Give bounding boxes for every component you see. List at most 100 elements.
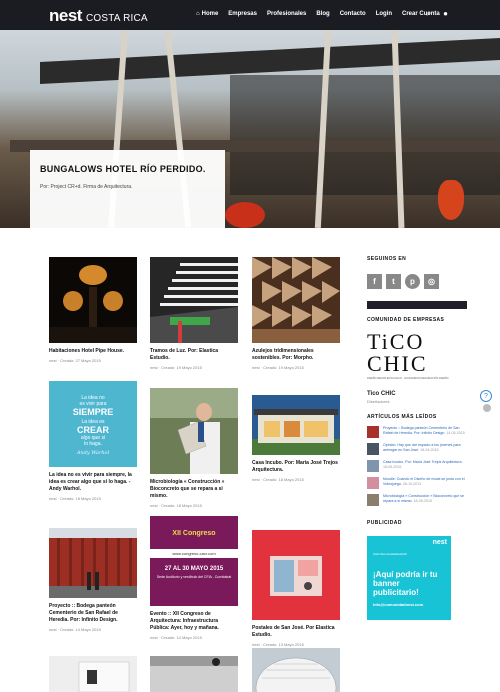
post-image xyxy=(150,257,238,343)
hero-caption[interactable]: BUNGALOWS HOTEL RÍO PERDIDO. Por: Projec… xyxy=(30,150,225,228)
popular-thumbnail xyxy=(367,426,379,438)
nav-home[interactable]: ⌂ Home xyxy=(196,11,218,17)
post-image xyxy=(49,528,137,598)
hero-byline: Por: Project CR+d. Firma de Arquitectura… xyxy=(40,184,133,190)
post-card[interactable]: Azulejos tridimensionales sostenibles. P… xyxy=(252,257,340,370)
popular-item[interactable]: Moodle: Cuando el Diseño de moda se junt… xyxy=(367,477,467,489)
pinterest-icon[interactable]: p xyxy=(405,274,420,289)
post-title[interactable]: Proyecto :: Bodega panteón Cementerio de… xyxy=(49,603,137,624)
post-title[interactable]: Azulejos tridimensionales sostenibles. P… xyxy=(252,348,340,362)
post-card[interactable]: Casa Incubo. Por: María José Trejos Arqu… xyxy=(252,395,340,482)
popular-text: Opinión: Hay que dar espacio a los jóven… xyxy=(383,443,467,455)
post-meta: nest · Creado: 14 Mayo 2015 xyxy=(150,635,202,640)
post-thumbnail[interactable] xyxy=(49,656,137,692)
post-title[interactable]: Microbiología « Construcción » Bioconcre… xyxy=(150,479,238,500)
post-date: Creado: 14 Mayo 2015 xyxy=(161,635,202,640)
post-image xyxy=(150,388,238,474)
user-icon[interactable]: ● xyxy=(443,9,448,19)
post-card[interactable]: XII Congreso www.congreso-cacr.com 27 AL… xyxy=(150,516,238,640)
post-image xyxy=(252,395,340,455)
post-title[interactable]: Evento :: XII Congreso de Arquitectura: … xyxy=(150,611,238,632)
popular-item[interactable]: Microbiología « Construcción » Bioconcre… xyxy=(367,494,467,506)
congreso-title: XII Congreso xyxy=(172,530,216,537)
post-thumbnail[interactable] xyxy=(252,530,340,620)
popular-text: Proyecto :: Bodega panteón Cementerio de… xyxy=(383,426,467,438)
popular-text: Moodle: Cuando el Diseño de moda se junt… xyxy=(383,477,467,489)
scroll-top-button[interactable]: ? xyxy=(480,390,492,402)
post-thumbnail[interactable] xyxy=(252,648,340,692)
top-navbar: nest COSTA RICA ⌂ Home Empresas Profesion… xyxy=(0,0,500,30)
post-thumbnail[interactable] xyxy=(150,257,238,343)
facebook-icon[interactable]: f xyxy=(367,274,382,289)
post-author: nest xyxy=(150,503,158,508)
post-meta: nest · Creado: 27 Mayo 2015 xyxy=(49,358,101,363)
company-logo-line2: CHIC xyxy=(367,351,428,376)
popular-title[interactable]: Moodle: Cuando el Diseño de moda se junt… xyxy=(383,477,465,486)
post-card[interactable]: Tramos de Luz. Por: Elastica Estudio. ne… xyxy=(150,257,238,370)
post-thumbnail[interactable] xyxy=(150,656,238,692)
instagram-icon[interactable]: ◎ xyxy=(424,274,439,289)
popular-thumbnail xyxy=(367,443,379,455)
site-logo[interactable]: nest COSTA RICA xyxy=(49,6,148,26)
popular-title[interactable]: Casa Incubo. Por: María José Trejos Arqu… xyxy=(383,460,463,464)
post-card[interactable]: Habitaciones Hotel Pipe House. nest · Cr… xyxy=(49,257,137,363)
ads-heading: PUBLICIDAD xyxy=(367,520,402,526)
post-card[interactable]: Postales de San José. Por Elastica Estud… xyxy=(252,530,340,647)
post-author: nest xyxy=(252,642,260,647)
search-icon[interactable]: ⌕ xyxy=(427,9,431,19)
nav-profesionales[interactable]: Profesionales xyxy=(267,11,306,17)
twitter-icon[interactable]: t xyxy=(386,274,401,289)
congreso-site: www.congreso-cacr.com xyxy=(150,549,238,558)
company-tagline: DISEÑO MEJOR ECOLOGICO · ACCESORIOS DECO… xyxy=(367,377,449,380)
post-date: Creado: 18 Mayo 2015 xyxy=(60,496,101,501)
post-date: Creado: 19 Mayo 2015 xyxy=(263,365,304,370)
banner-email[interactable]: info@comunidadnest.com xyxy=(373,602,445,607)
nav-contacto[interactable]: Contacto xyxy=(340,11,366,17)
section-divider xyxy=(367,301,467,309)
popular-date: 18-05-2015 xyxy=(413,498,432,503)
post-title[interactable]: La idea no es vivir para siempre, la ide… xyxy=(49,472,137,493)
congreso-thumbnail[interactable]: XII Congreso www.congreso-cacr.com 27 AL… xyxy=(150,516,238,606)
post-thumbnail[interactable] xyxy=(49,257,137,343)
post-title[interactable]: Habitaciones Hotel Pipe House. xyxy=(49,348,137,355)
post-meta: nest · Creado: 18 Mayo 2015 xyxy=(49,496,101,501)
popular-list: Proyecto :: Bodega panteón Cementerio de… xyxy=(367,426,467,506)
nav-empresas[interactable]: Empresas xyxy=(228,11,257,17)
help-icon[interactable] xyxy=(483,404,491,412)
hero-image[interactable]: BUNGALOWS HOTEL RÍO PERDIDO. Por: Projec… xyxy=(0,30,500,228)
nav-blog[interactable]: Blog xyxy=(316,11,329,17)
post-card[interactable]: Microbiología « Construcción » Bioconcre… xyxy=(150,388,238,508)
post-thumbnail[interactable] xyxy=(252,257,340,343)
post-author: nest xyxy=(150,635,158,640)
popular-item[interactable]: Opinión: Hay que dar espacio a los jóven… xyxy=(367,443,467,455)
home-icon: ⌂ xyxy=(196,11,200,17)
congreso-dates: 27 AL 30 MAYO 2015 xyxy=(164,566,224,572)
post-title[interactable]: Tramos de Luz. Por: Elastica Estudio. xyxy=(150,348,238,362)
ad-banner[interactable]: nest hola! #comunidadnestCR ¡Aquí podría… xyxy=(367,536,451,620)
post-title[interactable]: Postales de San José. Por Elastica Estud… xyxy=(252,625,340,639)
post-author: nest xyxy=(49,496,57,501)
popular-date: 14-05-2015 xyxy=(446,430,465,435)
post-thumbnail[interactable] xyxy=(49,528,137,598)
post-date: Creado: 18 Mayo 2015 xyxy=(161,503,202,508)
companies-heading: COMUNIDAD DE EMPRESAS xyxy=(367,317,445,323)
popular-item[interactable]: Casa Incubo. Por: María José Trejos Arqu… xyxy=(367,460,467,472)
post-thumbnail[interactable] xyxy=(150,388,238,474)
popular-text: Microbiología « Construcción » Bioconcre… xyxy=(383,494,467,506)
popular-item[interactable]: Proyecto :: Bodega panteón Cementerio de… xyxy=(367,426,467,438)
post-card[interactable]: La idea no es vivir para SIEMPRE La idea… xyxy=(49,381,137,501)
company-name[interactable]: Tico CHIC xyxy=(367,391,467,397)
post-thumbnail[interactable] xyxy=(252,395,340,455)
company-category: Diseñadores xyxy=(367,399,390,404)
post-title[interactable]: Casa Incubo. Por: María José Trejos Arqu… xyxy=(252,460,340,474)
hero-title[interactable]: BUNGALOWS HOTEL RÍO PERDIDO. xyxy=(40,164,215,174)
popular-text: Casa Incubo. Por: María José Trejos Arqu… xyxy=(383,460,467,472)
post-card[interactable]: Proyecto :: Bodega panteón Cementerio de… xyxy=(49,528,137,632)
quote-thumbnail[interactable]: La idea no es vivir para SIEMPRE La idea… xyxy=(49,381,137,467)
post-author: nest xyxy=(49,358,57,363)
company-logo[interactable]: TiCO CHIC DISEÑO MEJOR ECOLOGICO · ACCES… xyxy=(367,331,451,387)
nav-login[interactable]: Login xyxy=(376,11,392,17)
main-nav: ⌂ Home Empresas Profesionales Blog Contac… xyxy=(196,11,440,17)
nav-home-label: Home xyxy=(201,11,219,17)
company-logo-line1: TiCO xyxy=(367,329,425,354)
